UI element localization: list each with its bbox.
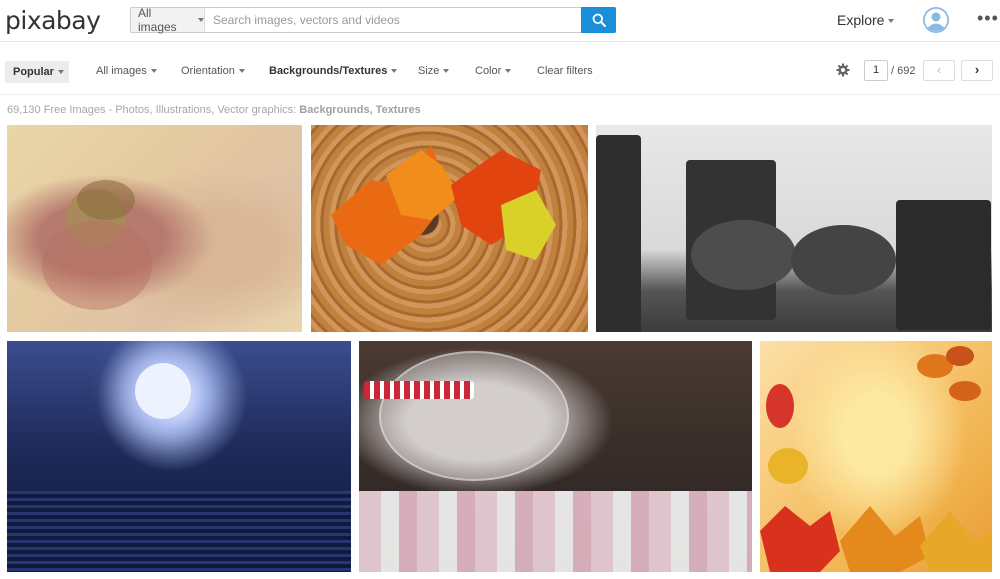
top-header: pixabay All images Explore •••: [0, 0, 1000, 42]
image-thumb-music-flower[interactable]: [7, 125, 302, 332]
explore-menu[interactable]: Explore: [837, 12, 895, 28]
chevron-down-icon: [391, 69, 398, 74]
pixabay-logo[interactable]: pixabay: [5, 6, 101, 35]
ribbon-shape: [364, 381, 474, 399]
filter-image-type[interactable]: All images: [96, 65, 157, 77]
sneaker-shape: [791, 225, 896, 295]
more-options-icon[interactable]: •••: [977, 8, 999, 29]
page-total: / 692: [891, 65, 916, 77]
filter-color[interactable]: Color: [475, 65, 512, 77]
previous-page-button[interactable]: ‹: [923, 60, 955, 81]
maple-leaves-illustration: [331, 145, 556, 265]
filter-size[interactable]: Size: [418, 65, 450, 77]
user-icon: [923, 7, 949, 33]
autumn-leaves-illustration: [760, 346, 992, 572]
water-reflection-shape: [7, 491, 351, 572]
chevron-down-icon: [443, 69, 450, 74]
filter-category[interactable]: Backgrounds/Textures: [269, 65, 398, 77]
clear-filters-link[interactable]: Clear filters: [537, 65, 593, 77]
page-number-input[interactable]: 1: [864, 60, 888, 81]
search-type-dropdown[interactable]: All images: [131, 6, 205, 34]
filter-size-label: Size: [418, 65, 440, 77]
filter-category-label: Backgrounds/Textures: [269, 65, 388, 77]
chevron-down-icon: [505, 69, 512, 74]
search-button[interactable]: [581, 7, 616, 33]
chevron-down-icon: [57, 70, 64, 75]
filter-color-label: Color: [475, 65, 502, 77]
user-avatar[interactable]: [923, 7, 949, 33]
moon-shape: [135, 363, 191, 419]
marshmallows-shape: [359, 491, 752, 572]
search-icon: [592, 13, 606, 27]
image-thumb-autumn-leaves-border[interactable]: [760, 341, 992, 572]
wooden-post-shape: [596, 135, 641, 332]
wooden-post-shape: [896, 200, 991, 330]
sort-label: Popular: [13, 66, 54, 78]
sort-popular-dropdown[interactable]: Popular: [5, 61, 69, 83]
search-bar: All images: [130, 6, 616, 34]
filter-image-type-label: All images: [96, 65, 147, 77]
sneaker-shape: [691, 220, 796, 290]
results-category: Backgrounds, Textures: [299, 104, 421, 116]
chevron-down-icon: [888, 19, 895, 24]
results-summary: 69,130 Free Images - Photos, Illustratio…: [7, 104, 421, 116]
explore-label: Explore: [837, 12, 885, 28]
search-input[interactable]: [205, 8, 581, 32]
glass-jar-shape: [379, 351, 569, 481]
image-thumb-moon-butterflies[interactable]: [7, 341, 351, 572]
results-count-text: 69,130 Free Images - Photos, Illustratio…: [7, 104, 300, 116]
chevron-down-icon: [198, 18, 204, 22]
image-thumb-sneakers-posts[interactable]: [596, 125, 992, 332]
flower-petals-shape: [42, 220, 152, 310]
filter-bar: Popular All images Orientation Backgroun…: [0, 43, 1000, 95]
settings-button[interactable]: [836, 63, 850, 82]
filter-orientation-label: Orientation: [181, 65, 235, 77]
chevron-down-icon: [150, 69, 157, 74]
image-thumb-marshmallow-jar[interactable]: [359, 341, 752, 572]
next-page-button[interactable]: ›: [961, 60, 993, 81]
search-type-label: All images: [138, 6, 177, 34]
flower-center-shape: [77, 180, 135, 220]
gear-icon: [836, 63, 850, 77]
chevron-down-icon: [238, 69, 245, 74]
filter-orientation[interactable]: Orientation: [181, 65, 245, 77]
image-thumb-autumn-leaves-wood[interactable]: [311, 125, 588, 332]
